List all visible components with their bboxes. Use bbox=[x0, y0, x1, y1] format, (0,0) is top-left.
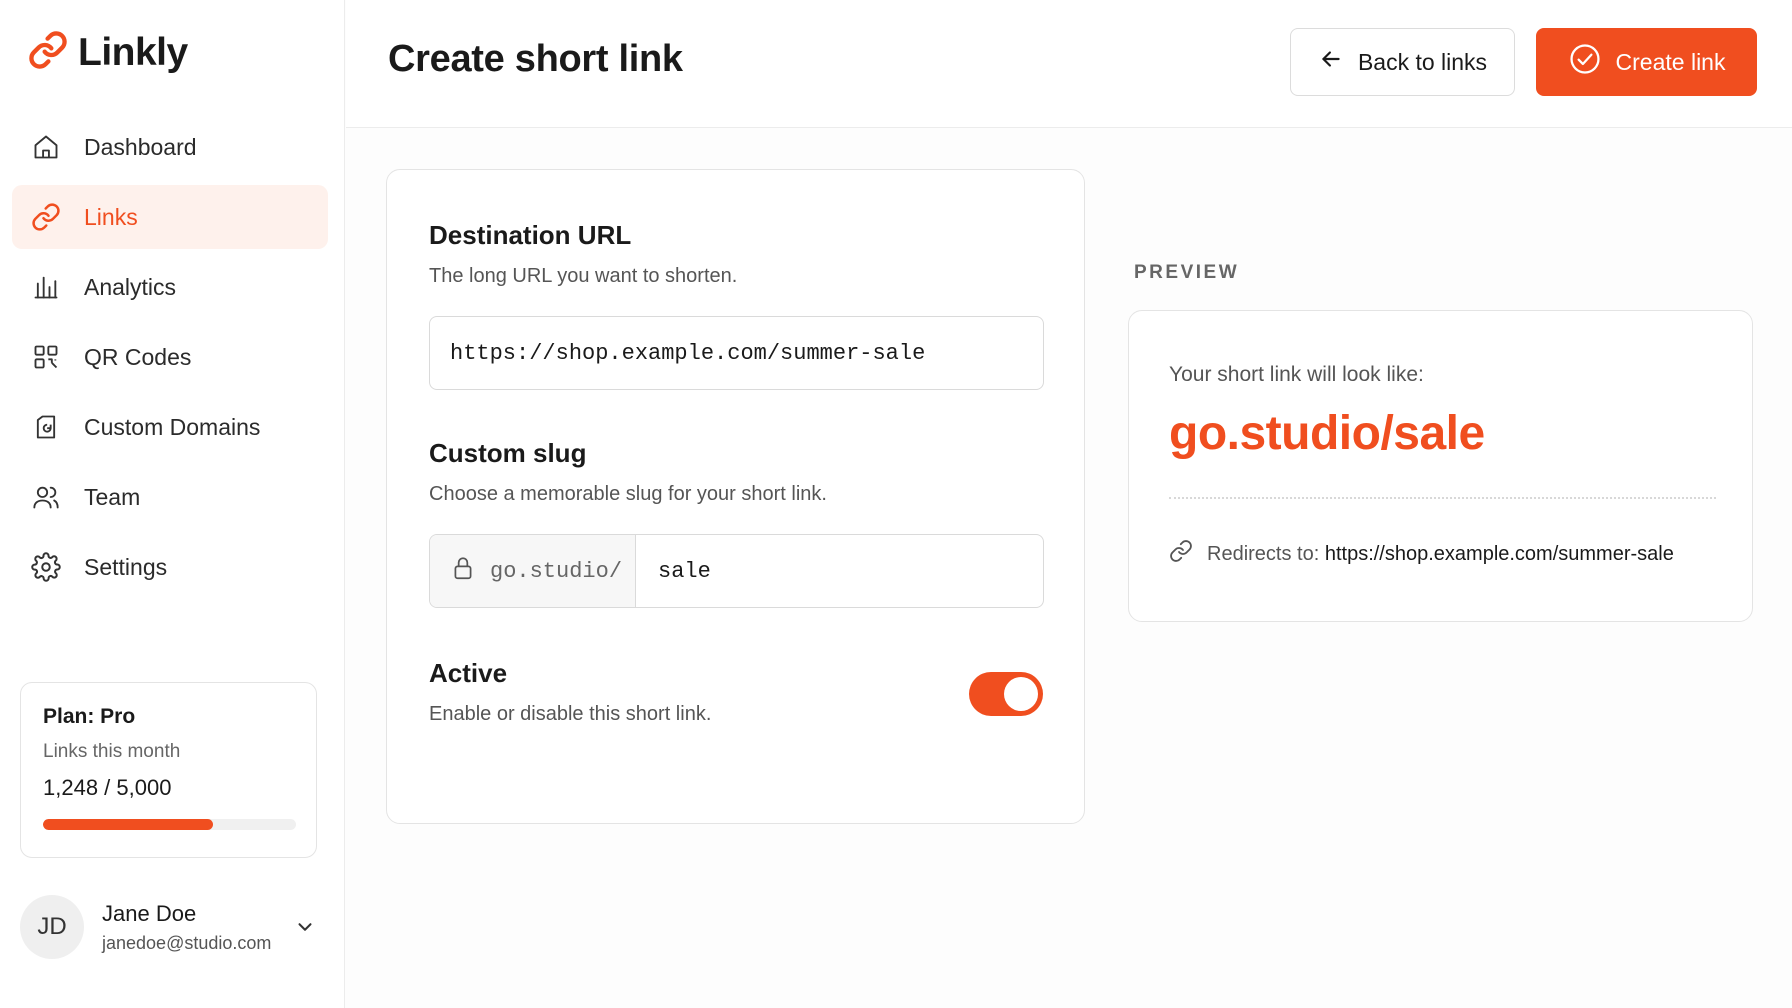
sidebar-item-custom-domains[interactable]: Custom Domains bbox=[12, 395, 328, 459]
plan-title: Plan: Pro bbox=[43, 705, 136, 728]
sidebar-item-label: Dashboard bbox=[84, 133, 197, 160]
active-description: Enable or disable this short link. bbox=[429, 703, 712, 725]
plan-count: 1,248 / 5,000 bbox=[43, 775, 172, 800]
destination-title: Destination URL bbox=[429, 220, 632, 250]
preview-divider bbox=[1169, 497, 1716, 499]
custom-slug-field: go.studio/ sale bbox=[429, 534, 1044, 608]
sidebar: Linkly Dashboard Links Analytics QR Code… bbox=[0, 0, 345, 1008]
active-toggle[interactable] bbox=[969, 672, 1043, 716]
destination-description: The long URL you want to shorten. bbox=[429, 265, 738, 287]
preview-label: PREVIEW bbox=[1134, 262, 1240, 283]
link-icon bbox=[30, 201, 62, 233]
redirect-url: https://shop.example.com/summer-sale bbox=[1324, 542, 1674, 565]
destination-url-value: https://shop.example.com/summer-sale bbox=[450, 340, 926, 366]
preview-short-link: go.studio/sale bbox=[1169, 407, 1485, 460]
slug-section: Custom slug Choose a memorable slug for … bbox=[429, 438, 1044, 506]
sidebar-item-team[interactable]: Team bbox=[12, 465, 328, 529]
custom-slug-input[interactable]: sale bbox=[636, 559, 711, 584]
sidebar-item-analytics[interactable]: Analytics bbox=[12, 255, 328, 319]
usage-progress-bar bbox=[43, 819, 296, 830]
sidebar-nav: Dashboard Links Analytics QR Codes Custo… bbox=[12, 115, 328, 605]
sidebar-item-label: Settings bbox=[84, 553, 168, 580]
check-circle-icon bbox=[1568, 42, 1602, 82]
sidebar-item-settings[interactable]: Settings bbox=[12, 535, 328, 599]
active-section: Active Enable or disable this short link… bbox=[429, 658, 1044, 726]
user-name: Jane Doe bbox=[102, 900, 197, 926]
plan-usage-card: Plan: Pro Links this month 1,248 / 5,000 bbox=[20, 682, 317, 858]
usage-progress-fill bbox=[43, 819, 213, 830]
destination-url-input[interactable]: https://shop.example.com/summer-sale bbox=[429, 316, 1044, 390]
create-button-label: Create link bbox=[1615, 48, 1726, 75]
sidebar-item-label: Links bbox=[84, 203, 138, 230]
top-bar: Create short link Back to links Create l… bbox=[346, 0, 1792, 128]
sidebar-item-label: Analytics bbox=[84, 273, 177, 300]
redirect-label: Redirects to: bbox=[1207, 542, 1320, 565]
slug-prefix: go.studio/ bbox=[430, 535, 636, 607]
back-to-links-button[interactable]: Back to links bbox=[1290, 28, 1515, 96]
brand-name: Linkly bbox=[78, 30, 188, 74]
sidebar-item-label: Custom Domains bbox=[84, 413, 261, 440]
sidebar-item-label: QR Codes bbox=[84, 343, 192, 370]
brand-logo[interactable]: Linkly bbox=[28, 30, 188, 75]
toggle-knob bbox=[1004, 677, 1038, 711]
link-icon bbox=[1169, 539, 1193, 569]
users-icon bbox=[30, 481, 62, 513]
user-email: janedoe@studio.com bbox=[102, 932, 272, 953]
sidebar-item-links[interactable]: Links bbox=[12, 185, 328, 249]
lock-icon bbox=[450, 554, 476, 589]
preview-card: Your short link will look like: go.studi… bbox=[1128, 310, 1753, 622]
domain-icon bbox=[30, 411, 62, 443]
user-menu[interactable]: JD Jane Doe janedoe@studio.com bbox=[20, 892, 320, 962]
create-link-form: Destination URL The long URL you want to… bbox=[386, 169, 1085, 824]
preview-intro: Your short link will look like: bbox=[1169, 363, 1424, 386]
avatar: JD bbox=[20, 895, 84, 959]
slug-prefix-text: go.studio/ bbox=[490, 558, 623, 584]
slug-description: Choose a memorable slug for your short l… bbox=[429, 483, 827, 505]
home-icon bbox=[30, 131, 62, 163]
bar-chart-icon bbox=[30, 271, 62, 303]
page-title: Create short link bbox=[388, 38, 683, 80]
user-info: Jane Doe janedoe@studio.com bbox=[102, 901, 290, 954]
active-title: Active bbox=[429, 658, 508, 688]
preview-redirect: Redirects to: https://shop.example.com/s… bbox=[1169, 539, 1674, 569]
arrow-left-icon bbox=[1318, 46, 1344, 78]
slug-title: Custom slug bbox=[429, 438, 587, 468]
sidebar-item-qr-codes[interactable]: QR Codes bbox=[12, 325, 328, 389]
destination-section: Destination URL The long URL you want to… bbox=[429, 220, 1044, 288]
qr-code-icon bbox=[30, 341, 62, 373]
chevron-down-icon[interactable] bbox=[290, 912, 320, 942]
back-button-label: Back to links bbox=[1357, 48, 1488, 75]
sidebar-item-label: Team bbox=[84, 483, 141, 510]
sidebar-item-dashboard[interactable]: Dashboard bbox=[12, 115, 328, 179]
plan-subtitle: Links this month bbox=[43, 741, 181, 762]
create-link-button[interactable]: Create link bbox=[1536, 28, 1757, 96]
gear-icon bbox=[30, 551, 62, 583]
link-logo-icon bbox=[28, 30, 68, 75]
